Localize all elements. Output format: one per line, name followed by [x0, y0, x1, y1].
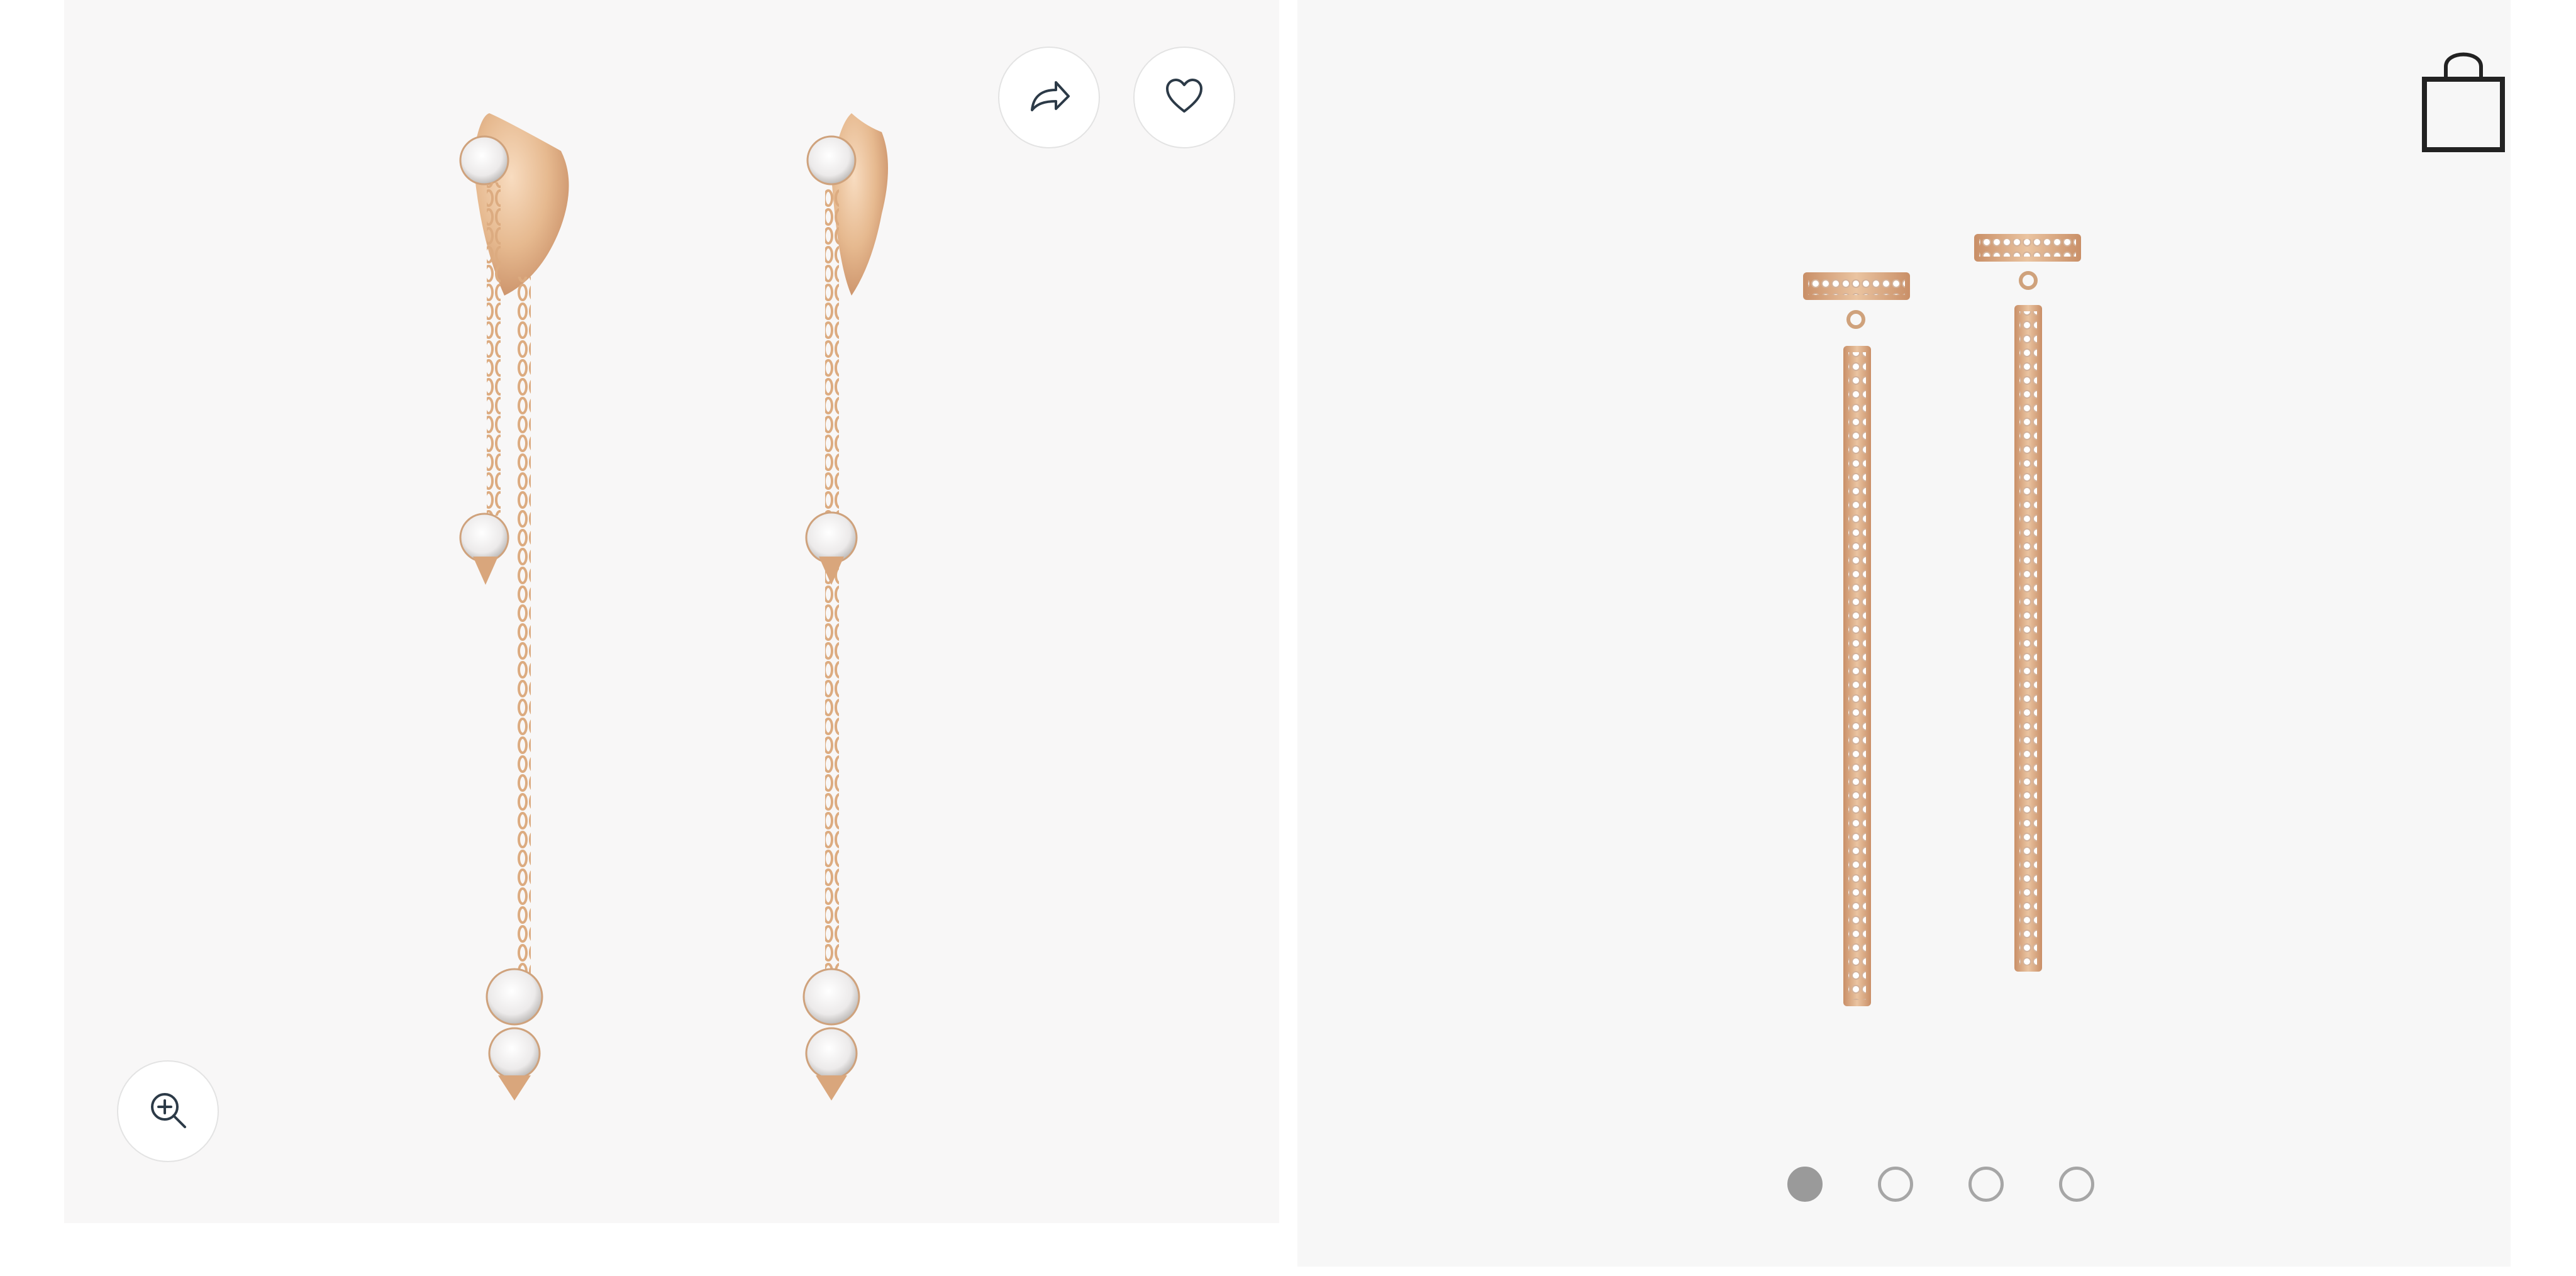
carousel-dot[interactable]: [1787, 1167, 1823, 1202]
zoom-in-icon: [147, 1089, 189, 1134]
shopping-bag-icon: [2417, 52, 2511, 160]
bar-earrings-image: [1803, 234, 2081, 1006]
share-button[interactable]: [998, 47, 1100, 148]
heart-icon: [1163, 77, 1205, 118]
zoom-button[interactable]: [117, 1060, 219, 1162]
product-image-secondary[interactable]: [1297, 0, 2511, 1267]
wishlist-button[interactable]: [1133, 47, 1235, 148]
carousel-dot[interactable]: [1968, 1167, 2004, 1202]
shopping-bag-button[interactable]: [2417, 44, 2511, 157]
carousel-pagination: [1297, 1167, 2511, 1204]
share-arrow-icon: [1027, 77, 1071, 118]
product-image-main[interactable]: [64, 0, 1279, 1223]
carousel-dot[interactable]: [1878, 1167, 1913, 1202]
chain-drop-earrings-image: [459, 113, 888, 1101]
carousel-dot[interactable]: [2059, 1167, 2094, 1202]
